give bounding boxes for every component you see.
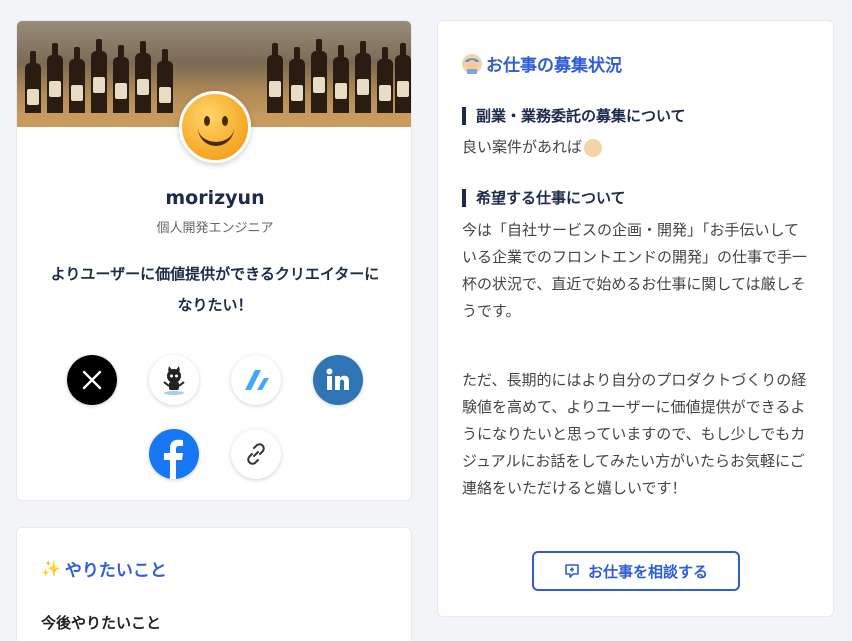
link-icon (247, 443, 265, 465)
zenn-icon (245, 370, 269, 390)
github-link[interactable] (149, 355, 199, 405)
consult-job-button[interactable]: お仕事を相談する (532, 551, 740, 591)
profile-bio: よりユーザーに価値提供ができるクリエイターになりたい！ (50, 265, 380, 314)
sparkle-icon: ✨ (41, 559, 61, 578)
facebook-link[interactable] (149, 429, 199, 479)
x-icon (82, 370, 102, 390)
worker-emoji-icon (584, 138, 603, 157)
profile-card: morizyun 個人開発エンジニア よりユーザーに価値提供ができるクリエイター… (16, 20, 412, 501)
worker-emoji-icon (462, 53, 482, 74)
side-job-heading: 副業・業務委託の募集について (462, 107, 686, 125)
profile-name: morizyun (165, 187, 265, 209)
desired-job-text-2: ただ、長期的にはより自分のプロダクトづくりの経験値を高めて、よりユーザーに価値提… (462, 371, 807, 497)
wants-sub-heading: 今後やりたいこと (41, 614, 162, 632)
avatar (179, 91, 251, 163)
jobs-card: お仕事の募集状況 副業・業務委託の募集について 良い案件があれば 希望する仕事に… (437, 20, 834, 617)
link-button[interactable] (231, 429, 281, 479)
github-icon (163, 366, 185, 395)
facebook-icon (164, 439, 183, 479)
desired-job-text-1: 今は「自社サービスの企画・開発」「お手伝いしている企業でのフロントエンドの開発」… (462, 221, 808, 320)
wants-card: ✨ やりたいこと 今後やりたいこと (16, 527, 412, 641)
wants-section-title: ✨ やりたいこと (41, 559, 167, 581)
profile-role: 個人開発エンジニア (156, 221, 274, 236)
linkedin-icon (326, 368, 349, 390)
linkedin-link[interactable] (313, 355, 363, 405)
jobs-section-title: お仕事の募集状況 (462, 51, 622, 76)
x-link[interactable] (67, 355, 117, 405)
desired-job-heading: 希望する仕事について (462, 189, 626, 207)
side-job-text: 良い案件があれば (462, 134, 814, 161)
consult-icon (565, 564, 579, 578)
zenn-link[interactable] (231, 355, 281, 405)
